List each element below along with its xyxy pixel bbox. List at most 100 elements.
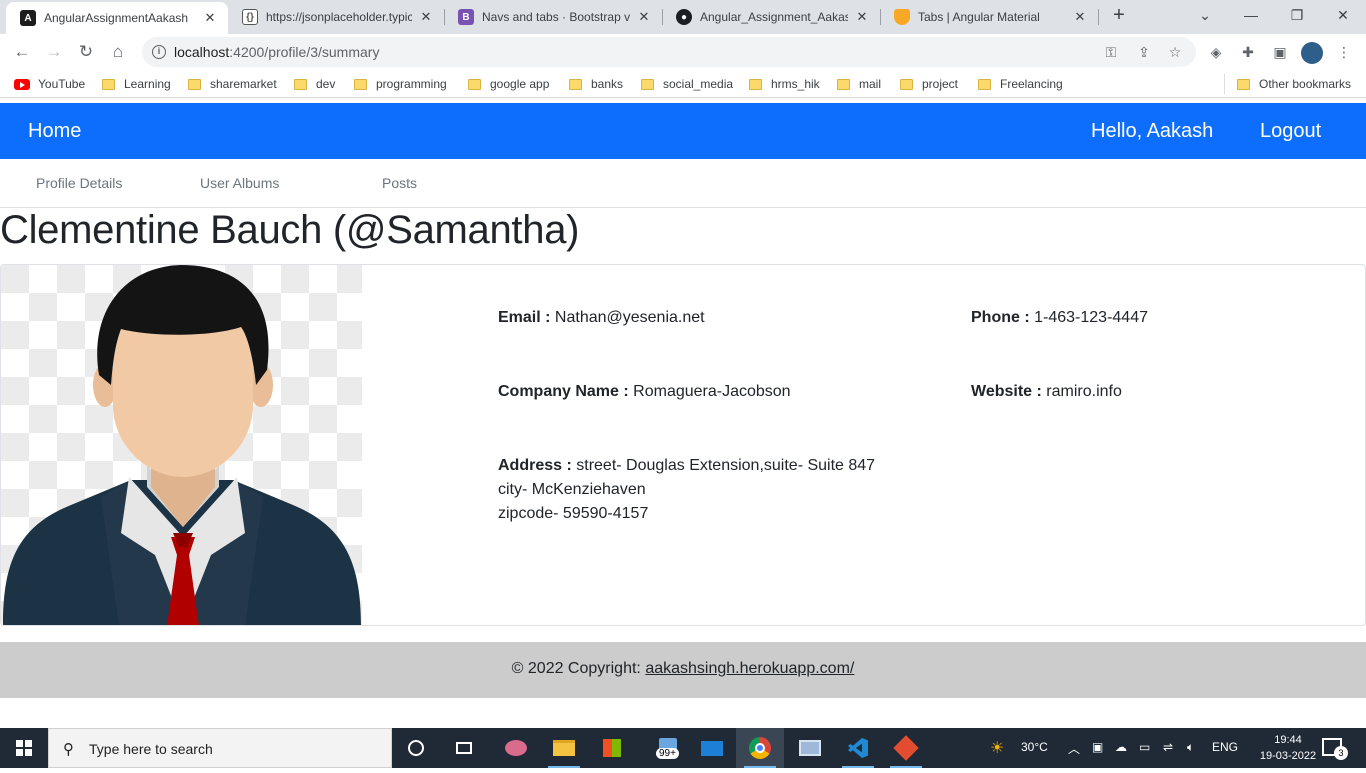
angular-icon: A [20, 10, 36, 26]
email-field: Email : Nathan@yesenia.net [498, 306, 705, 330]
extensions-puzzle-icon[interactable]: ✚ [1238, 42, 1258, 62]
close-tab-icon[interactable]: ✕ [636, 9, 652, 25]
angular-material-icon [894, 9, 910, 25]
folder-icon [837, 78, 850, 90]
back-icon[interactable]: ← [10, 40, 34, 64]
company-label: Company Name : [498, 383, 629, 400]
browser-tab-github[interactable]: ● Angular_Assignment_Aakash ✕ [662, 0, 880, 34]
weather-icon[interactable]: ☀ [990, 738, 1004, 758]
folder-icon [294, 78, 307, 90]
mail-app-icon[interactable] [688, 728, 736, 768]
website-field: Website : ramiro.info [971, 380, 1122, 404]
bookmark-hrms-hik[interactable]: hrms_hik [749, 76, 820, 92]
home-link[interactable]: Home [28, 120, 81, 143]
close-tab-icon[interactable]: ✕ [854, 9, 870, 25]
bookmark-star-icon[interactable]: ☆ [1166, 43, 1184, 61]
browser-toolbar: ← → ↻ ⌂ i localhost:4200/profile/3/summa… [0, 34, 1366, 70]
tab-title: AngularAssignmentAakash [44, 11, 189, 25]
bookmark-learning[interactable]: Learning [102, 76, 171, 92]
remote-desktop-icon[interactable] [786, 728, 834, 768]
home-icon[interactable]: ⌂ [106, 40, 130, 64]
bookmark-mail[interactable]: mail [837, 76, 881, 92]
notification-center-icon[interactable]: 3 [1322, 738, 1348, 760]
tray-chevron-icon[interactable]: ︿ [1068, 740, 1080, 757]
user-avatar-image [1, 265, 362, 625]
volume-icon[interactable]: 🔈︎ [1187, 740, 1194, 755]
close-tab-icon[interactable]: ✕ [202, 10, 218, 26]
email-value: Nathan@yesenia.net [554, 309, 705, 326]
cortana-icon[interactable] [392, 728, 440, 768]
side-panel-icon[interactable]: ▣ [1270, 42, 1290, 62]
url-host: localhost [174, 44, 230, 60]
weather-temp[interactable]: 30°C [1021, 740, 1048, 754]
phone-value: 1-463-123-4447 [1034, 309, 1148, 326]
profile-name-heading: Clementine Bauch (@Samantha) [0, 208, 580, 252]
tab-user-albums[interactable]: User Albums [200, 175, 279, 191]
folder-icon [900, 78, 913, 90]
microsoft-store-icon[interactable] [588, 728, 636, 768]
bootstrap-icon: B [458, 9, 474, 25]
address-label: Address : [498, 457, 572, 474]
tab-search-icon[interactable]: ⌄ [1182, 0, 1228, 34]
close-tab-icon[interactable]: ✕ [418, 9, 434, 25]
browser-tab-bootstrap[interactable]: B Navs and tabs · Bootstrap v5.0 ✕ [444, 0, 662, 34]
bookmark-google-app[interactable]: google app [468, 76, 549, 92]
bookmark-freelancing[interactable]: Freelancing [978, 76, 1063, 92]
bookmarks-bar: YouTube Learning sharemarket dev program… [0, 70, 1366, 98]
key-icon[interactable]: ⚿ [1102, 43, 1120, 61]
forward-icon[interactable]: → [42, 40, 66, 64]
battery-icon[interactable]: ▭ [1139, 740, 1150, 754]
reload-icon[interactable]: ↻ [74, 40, 98, 64]
new-tab-button[interactable]: + [1108, 5, 1130, 27]
browser-tab-angularassignment[interactable]: A AngularAssignmentAakash ✕ [6, 2, 228, 34]
close-window-icon[interactable]: ✕ [1320, 0, 1366, 34]
site-info-icon[interactable]: i [152, 45, 166, 59]
file-explorer-icon[interactable] [540, 728, 588, 768]
paint-app-icon[interactable] [492, 728, 540, 768]
language-indicator[interactable]: ENG [1212, 740, 1238, 754]
close-tab-icon[interactable]: ✕ [1072, 9, 1088, 25]
chrome-app-icon[interactable] [736, 728, 784, 768]
system-clock[interactable]: 19:44 19-03-2022 [1258, 732, 1318, 764]
tab-profile-details[interactable]: Profile Details [36, 175, 122, 191]
address-bar[interactable]: i localhost:4200/profile/3/summary ⚿ ⇪ ☆ [142, 37, 1196, 67]
profile-card: Email : Nathan@yesenia.net Phone : 1-463… [0, 264, 1366, 626]
start-button[interactable] [0, 728, 48, 768]
browser-tab-angular-material[interactable]: Tabs | Angular Material ✕ [880, 0, 1098, 34]
minimize-icon[interactable]: — [1228, 0, 1274, 34]
network-icon[interactable]: ⇌ [1163, 740, 1173, 754]
address-line1: street- Douglas Extension,suite- Suite 8… [576, 457, 876, 474]
bookmark-dev[interactable]: dev [294, 76, 335, 92]
tab-title: Tabs | Angular Material [918, 10, 1040, 24]
url-text[interactable]: localhost:4200/profile/3/summary [174, 44, 379, 60]
extension-diamond-icon[interactable]: ◈ [1206, 42, 1226, 62]
bookmark-other[interactable]: Other bookmarks [1237, 76, 1351, 92]
bookmark-social-media[interactable]: social_media [641, 76, 733, 92]
bookmark-banks[interactable]: banks [569, 76, 623, 92]
bookmark-label: project [922, 77, 959, 91]
email-label: Email : [498, 309, 551, 326]
vscode-icon[interactable] [834, 728, 882, 768]
profile-avatar-icon[interactable] [1301, 42, 1323, 64]
files-app-icon[interactable]: 99+ [644, 728, 692, 768]
tab-title: Navs and tabs · Bootstrap v5.0 [482, 10, 630, 24]
logout-link[interactable]: Logout [1260, 120, 1321, 143]
profile-tabs: Profile Details User Albums Posts [0, 159, 1366, 208]
task-view-icon[interactable] [440, 728, 488, 768]
meet-now-icon[interactable]: ▣ [1092, 740, 1103, 754]
footer-link[interactable]: aakashsingh.herokuapp.com/ [645, 660, 854, 677]
share-icon[interactable]: ⇪ [1135, 43, 1153, 61]
company-value: Romaguera-Jacobson [633, 383, 791, 400]
bookmark-youtube[interactable]: YouTube [14, 76, 85, 92]
tab-posts[interactable]: Posts [382, 175, 417, 191]
bookmark-sharemarket[interactable]: sharemarket [188, 76, 277, 92]
bookmark-project[interactable]: project [900, 76, 958, 92]
bookmark-programming[interactable]: programming [354, 76, 447, 92]
taskbar-search-box[interactable]: ⚲ Type here to search [48, 728, 392, 768]
restore-icon[interactable]: ❐ [1274, 0, 1320, 34]
menu-kebab-icon[interactable]: ⋮ [1334, 42, 1354, 62]
onedrive-icon[interactable]: ☁ [1115, 740, 1127, 754]
browser-tab-jsonplaceholder[interactable]: {} https://jsonplaceholder.typicode.com … [228, 0, 444, 34]
git-app-icon[interactable] [882, 728, 930, 768]
bookmark-label: Freelancing [1000, 77, 1063, 91]
